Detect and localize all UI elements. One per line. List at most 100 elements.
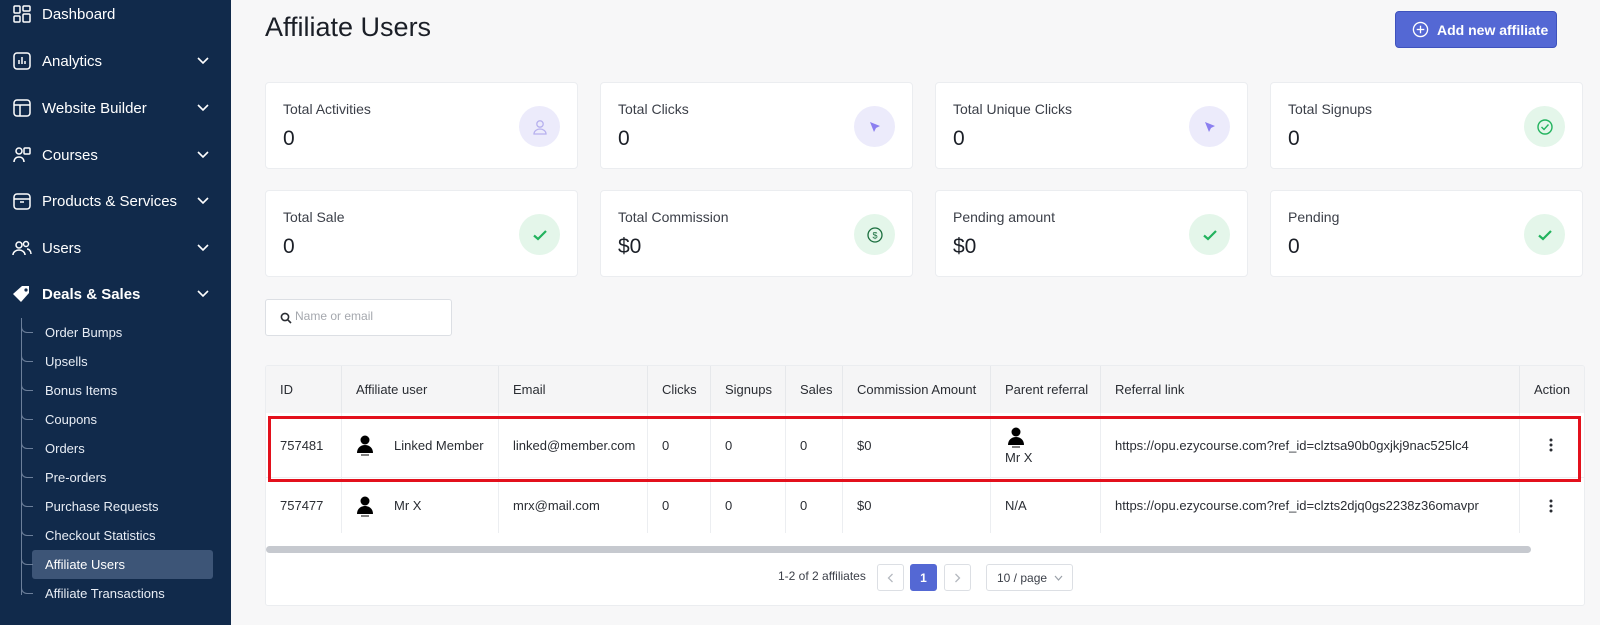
column-header-clicks[interactable]: Clicks [648,366,711,413]
cell-referral-link[interactable]: https://opu.ezycourse.com?ref_id=clzts2d… [1101,478,1520,533]
sidebar-subitem-affiliate-transactions[interactable]: Affiliate Transactions [21,579,213,608]
cell-commission: $0 [843,478,991,533]
tree-branch [21,550,33,565]
analytics-icon [12,51,32,71]
column-header-sales[interactable]: Sales [786,366,843,413]
chevron-down-icon [197,104,209,112]
column-header-signups[interactable]: Signups [711,366,786,413]
sidebar-item-label: Products & Services [42,192,178,210]
stat-card-total-commission: Total Commission $0 $ [600,190,913,277]
cell-id: 757477 [266,478,342,533]
sidebar-subitem-label: Order Bumps [45,325,123,340]
sidebar-item-label: Courses [42,146,98,164]
sidebar-subitem-pre-orders[interactable]: Pre-orders [21,463,213,492]
chevron-down-icon [197,151,209,159]
previous-page-button[interactable] [877,564,904,591]
sidebar-item-products-services[interactable]: Products & Services [0,181,231,221]
stat-value: $0 [618,235,642,258]
stat-card-total-activities: Total Activities 0 [265,82,578,169]
stat-value: 0 [1288,127,1300,150]
tree-branch [21,434,33,449]
cell-affiliate-user[interactable]: Linked Member [342,413,499,477]
page-size-select[interactable]: 10 / page [986,564,1073,591]
cell-sales: 0 [786,413,843,477]
sidebar-item-courses[interactable]: Courses [0,135,231,175]
horizontal-scrollbar[interactable] [266,546,1531,553]
sidebar-item-users[interactable]: Users [0,228,231,268]
tree-branch [21,463,33,478]
check-icon [519,214,560,255]
chevron-down-icon [197,57,209,65]
affiliate-user-name: Linked Member [394,437,484,453]
sidebar: Dashboard Analytics Website Builder Cour… [0,0,231,625]
sidebar-subitem-label: Coupons [45,412,98,427]
sidebar-subitem-coupons[interactable]: Coupons [21,405,213,434]
avatar-icon [1008,427,1024,447]
sidebar-subitem-purchase-requests[interactable]: Purchase Requests [21,492,213,521]
add-button-label: Add new affiliate [1437,21,1549,38]
parent-referral-name: Mr X [1005,449,1033,465]
chevron-left-icon [887,573,893,582]
sidebar-subitem-label: Bonus Items [45,383,118,398]
stat-card-total-signups: Total Signups 0 [1270,82,1583,169]
deals-tag-icon [12,284,32,304]
stat-card-pending: Pending 0 [1270,190,1583,277]
more-options-icon[interactable] [1549,499,1553,513]
stat-value: 0 [1288,235,1300,258]
cell-clicks: 0 [648,413,711,477]
sidebar-subitem-upsells[interactable]: Upsells [21,347,213,376]
stat-card-pending-amount: Pending amount $0 [935,190,1248,277]
search-input[interactable] [295,309,445,323]
page-button-current[interactable]: 1 [910,564,937,591]
stat-value: 0 [283,127,295,150]
stat-value: 0 [953,127,965,150]
tree-branch [21,521,33,536]
sidebar-subitem-label: Affiliate Transactions [45,586,165,601]
cell-email: mrx@mail.com [499,478,648,533]
cell-affiliate-user[interactable]: Mr X [342,478,499,533]
column-header-email[interactable]: Email [499,366,648,413]
column-header-referral-link[interactable]: Referral link [1101,366,1520,413]
sidebar-item-label: Website Builder [42,99,147,117]
check-circle-icon [1524,106,1565,147]
column-header-action: Action [1520,366,1584,413]
chevron-down-icon [197,197,209,205]
stat-card-total-sale: Total Sale 0 [265,190,578,277]
sidebar-item-website-builder[interactable]: Website Builder [0,88,231,128]
sidebar-subitem-orders[interactable]: Orders [21,434,213,463]
column-header-id[interactable]: ID [266,366,342,413]
sidebar-item-label: Analytics [42,52,103,70]
sidebar-item-analytics[interactable]: Analytics [0,41,231,81]
sidebar-item-dashboard[interactable]: Dashboard [0,0,231,34]
sidebar-subitem-label: Pre-orders [45,470,107,485]
pagination-summary: 1-2 of 2 affiliates [778,569,866,583]
tree-branch [21,376,33,391]
sidebar-subitem-affiliate-users[interactable]: Affiliate Users [21,550,213,579]
sidebar-item-deals-sales[interactable]: Deals & Sales [0,274,231,314]
column-header-parent-referral[interactable]: Parent referral [991,366,1101,413]
stat-label: Pending [1288,209,1340,225]
svg-text:$: $ [872,230,877,240]
column-header-affiliate-user[interactable]: Affiliate user [342,366,499,413]
stat-card-total-unique-clicks: Total Unique Clicks 0 [935,82,1248,169]
next-page-button[interactable] [944,564,971,591]
sidebar-subitem-checkout-statistics[interactable]: Checkout Statistics [21,521,213,550]
page-size-value: 10 / page [997,570,1048,585]
avatar-icon [357,496,373,516]
chevron-down-icon [197,244,209,252]
stat-label: Total Sale [283,209,345,225]
sidebar-item-label: Users [42,239,82,257]
sidebar-subitem-label: Purchase Requests [45,499,159,514]
cursor-icon [1189,106,1230,147]
chevron-right-icon [955,573,961,582]
stat-value: $0 [953,235,977,258]
more-options-icon[interactable] [1549,438,1553,452]
cell-referral-link[interactable]: https://opu.ezycourse.com?ref_id=clztsa9… [1101,413,1520,477]
column-header-commission-amount[interactable]: Commission Amount [843,366,991,413]
add-new-affiliate-button[interactable]: Add new affiliate [1395,11,1557,48]
stat-label: Pending amount [953,209,1055,225]
sidebar-item-label: Dashboard [42,5,116,23]
stat-label: Total Activities [283,101,371,117]
sidebar-subitem-bonus-items[interactable]: Bonus Items [21,376,213,405]
sidebar-subitem-order-bumps[interactable]: Order Bumps [21,318,213,347]
